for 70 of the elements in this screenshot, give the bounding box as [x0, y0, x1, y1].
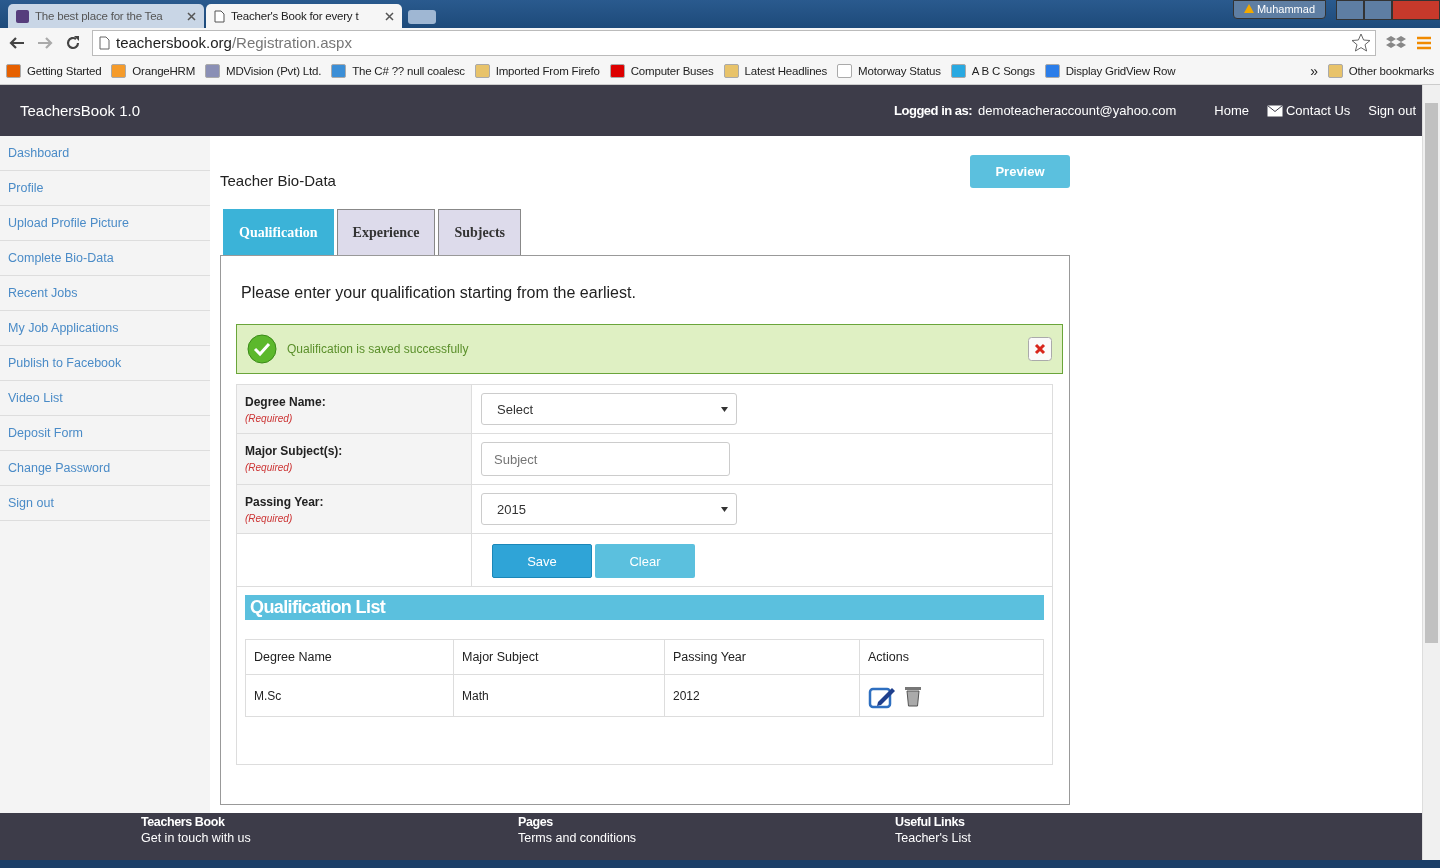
column-header: Passing Year — [665, 640, 860, 675]
nav-link[interactable]: Sign out — [1368, 103, 1416, 118]
table-cell: M.Sc — [246, 675, 454, 717]
footer-link[interactable]: Teacher's List — [895, 831, 1272, 845]
browser-tab[interactable]: Teacher's Book for every t — [206, 4, 402, 28]
footer-heading: Useful Links — [895, 815, 966, 829]
caret-icon — [721, 506, 728, 512]
required-note: (Required) — [245, 513, 294, 524]
check-icon — [247, 334, 277, 364]
maximize-button[interactable] — [1364, 0, 1392, 20]
bookmark[interactable]: Latest Headlines — [723, 63, 828, 78]
back-icon[interactable] — [8, 34, 26, 51]
page-icon — [99, 35, 110, 50]
table-cell: Math — [454, 675, 665, 717]
address-bar[interactable]: teachersbook.org/Registration.aspx — [92, 29, 1376, 56]
required-note: (Required) — [245, 462, 294, 473]
bookmark[interactable]: Motorway Status — [837, 63, 941, 78]
instruction-text: Please enter your qualification starting from the earliest. — [241, 284, 637, 302]
footer-link[interactable]: Terms and conditions — [518, 831, 895, 845]
field-label: Degree Name: — [245, 395, 327, 409]
field-label: Major Subject(s): — [245, 444, 344, 458]
tab[interactable]: Experience — [336, 209, 436, 255]
column-header: Actions — [860, 640, 1044, 675]
trash-icon[interactable] — [904, 684, 922, 707]
bookmark[interactable]: The C# ?? null coalesc — [331, 63, 465, 78]
site-icon — [16, 9, 29, 23]
nav-link[interactable]: Contact Us — [1267, 103, 1351, 118]
close-icon[interactable] — [187, 11, 196, 21]
required-note: (Required) — [245, 413, 294, 424]
close-icon[interactable] — [385, 11, 394, 21]
footer-heading: Teachers Book — [141, 815, 226, 829]
section-header: Qualification List — [245, 595, 1044, 620]
brand[interactable]: TeachersBook 1.0 — [20, 102, 141, 119]
overflow-button[interactable]: » — [1310, 62, 1318, 79]
table-cell: 2012 — [665, 675, 860, 717]
reload-icon[interactable] — [64, 33, 82, 52]
user-email: demoteacheraccount@yahoo.com — [978, 103, 1177, 118]
logged-in-label: Logged in as: — [894, 103, 973, 118]
browser-tab[interactable]: The best place for the Tea — [8, 4, 204, 28]
bookmark[interactable]: OrangeHRM — [111, 63, 196, 78]
page-title: Teacher Bio-Data — [220, 172, 336, 189]
tab[interactable]: Subjects — [438, 209, 521, 255]
footer-heading: Pages — [518, 815, 554, 829]
close-icon[interactable] — [1028, 337, 1052, 361]
column-header: Major Subject — [454, 640, 665, 675]
nav-link[interactable]: Home — [1214, 103, 1249, 118]
sidebar-item[interactable]: Sign out — [0, 486, 210, 521]
caret-icon — [721, 406, 728, 412]
profile-button[interactable]: Muhammad — [1232, 0, 1326, 19]
footer-link[interactable]: Get in touch with us — [141, 831, 518, 845]
page-icon — [214, 9, 225, 23]
close-window-button[interactable] — [1392, 0, 1440, 20]
bookmark[interactable]: A B C Songs — [950, 63, 1035, 78]
bookmark[interactable]: MDVision (Pvt) Ltd. — [205, 63, 322, 78]
minimize-button[interactable] — [1336, 0, 1364, 20]
field-label: Passing Year: — [245, 495, 325, 509]
input-field[interactable]: Subject — [481, 442, 730, 476]
column-header: Degree Name — [246, 640, 454, 675]
star-icon[interactable] — [1351, 33, 1371, 52]
bookmark[interactable]: Imported From Firefo — [474, 63, 600, 78]
select-field[interactable]: Select — [481, 393, 737, 425]
bookmark[interactable]: Computer Buses — [609, 63, 714, 78]
scrollbar[interactable] — [1422, 85, 1440, 860]
bookmark[interactable]: Getting Started — [6, 63, 102, 78]
bookmark[interactable]: Display GridView Row — [1044, 63, 1176, 78]
bookmark-folder[interactable]: Other bookmarks — [1327, 63, 1434, 78]
select-field[interactable]: 2015 — [481, 493, 737, 525]
warning-icon — [1243, 4, 1254, 13]
mail-icon — [1267, 104, 1283, 117]
alert-message: Qualification is saved successfully — [287, 342, 469, 356]
